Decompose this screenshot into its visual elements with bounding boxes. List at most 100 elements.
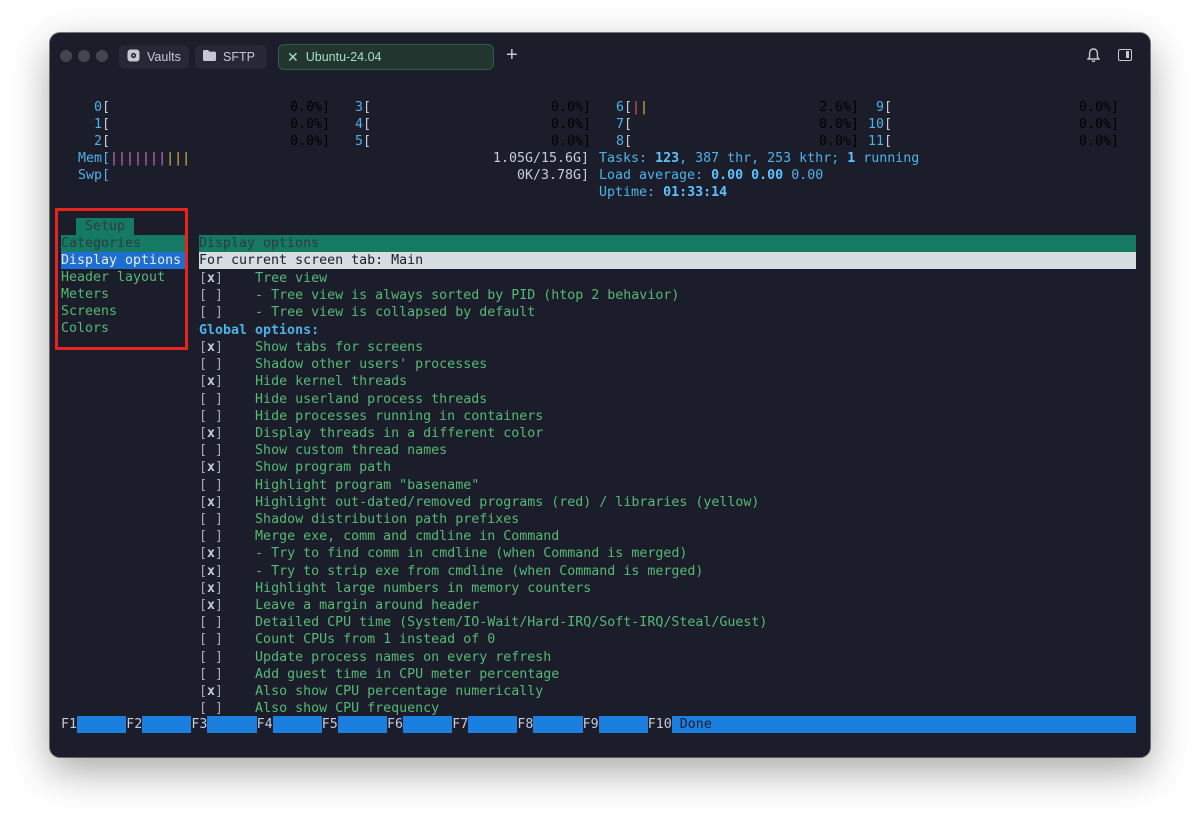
checkbox[interactable]: [x] xyxy=(199,581,223,596)
fkey-f8[interactable]: F8 xyxy=(517,716,534,733)
global-option-15[interactable]: [x] Leave a margin around header xyxy=(199,597,479,614)
option-label: Show custom thread names xyxy=(223,443,448,459)
vault-icon xyxy=(127,49,140,65)
screen-option-1[interactable]: [ ] - Tree view is always sorted by PID … xyxy=(199,287,679,304)
window-minimize-dot[interactable] xyxy=(78,50,90,62)
option-label: - Try to strip exe from cmdline (when Co… xyxy=(223,563,704,579)
global-option-1[interactable]: [ ] Shadow other users' processes xyxy=(199,356,487,373)
bell-icon[interactable] xyxy=(1086,48,1101,67)
option-label: Detailed CPU time (System/IO-Wait/Hard-I… xyxy=(223,615,768,631)
cpu-meter-3-value: 0.0%] xyxy=(551,100,592,115)
cpu-meter-9-value: 0.0%] xyxy=(1079,100,1120,115)
option-label: - Tree view is always sorted by PID (hto… xyxy=(223,288,680,303)
close-icon[interactable]: ✕ xyxy=(287,49,299,66)
cpu-meter-9: 9[ xyxy=(876,100,893,115)
fkey-f4[interactable]: F4 xyxy=(256,716,273,733)
checkbox[interactable]: [ ] xyxy=(199,305,223,320)
option-label: - Tree view is collapsed by default xyxy=(223,305,536,320)
checkbox[interactable]: [ ] xyxy=(199,512,223,527)
global-option-5[interactable]: [x] Display threads in a different color xyxy=(199,425,543,442)
option-label: - Try to find comm in cmdline (when Comm… xyxy=(223,546,688,562)
fkey-done-label[interactable]: Done xyxy=(680,716,712,733)
checkbox[interactable]: [ ] xyxy=(199,632,223,647)
checkbox[interactable]: [ ] xyxy=(199,667,223,682)
global-option-0[interactable]: [x] Show tabs for screens xyxy=(199,339,423,356)
global-option-21[interactable]: [ ] Also show CPU frequency xyxy=(199,700,439,717)
swp-meter: Swp[ xyxy=(78,168,111,183)
global-option-11[interactable]: [ ] Merge exe, comm and cmdline in Comma… xyxy=(199,528,559,545)
global-option-14[interactable]: [x] Highlight large numbers in memory co… xyxy=(199,580,591,597)
fkey-f9[interactable]: F9 xyxy=(582,716,599,733)
cpu-meter-5: 5[ xyxy=(355,134,372,149)
checkbox[interactable]: [x] xyxy=(199,684,223,699)
checkbox[interactable]: [ ] xyxy=(199,357,223,372)
global-option-3[interactable]: [ ] Hide userland process threads xyxy=(199,391,487,408)
global-option-9[interactable]: [x] Highlight out-dated/removed programs… xyxy=(199,494,759,511)
global-option-17[interactable]: [ ] Count CPUs from 1 instead of 0 xyxy=(199,631,495,648)
checkbox[interactable]: [x] xyxy=(199,598,223,613)
global-options-label: Global options: xyxy=(199,323,320,338)
tab-vaults[interactable]: Vaults xyxy=(119,45,189,69)
option-label: Tree view xyxy=(223,271,328,286)
fkey-f1[interactable]: F1 xyxy=(61,716,78,733)
global-option-18[interactable]: [ ] Update process names on every refres… xyxy=(199,649,551,666)
window-close-dot[interactable] xyxy=(60,50,72,62)
checkbox[interactable]: [x] xyxy=(199,271,223,286)
fkey-f7[interactable]: F7 xyxy=(452,716,469,733)
checkbox[interactable]: [ ] xyxy=(199,478,223,493)
global-option-7[interactable]: [x] Show program path xyxy=(199,459,391,476)
global-option-4[interactable]: [ ] Hide processes running in containers xyxy=(199,408,543,425)
screen-option-0[interactable]: [x] Tree view xyxy=(199,270,327,287)
checkbox[interactable]: [ ] xyxy=(199,529,223,544)
fkey-f6[interactable]: F6 xyxy=(387,716,404,733)
checkbox[interactable]: [x] xyxy=(199,546,223,561)
fkey-f3[interactable]: F3 xyxy=(191,716,208,733)
cpu-meter-5-value: 0.0%] xyxy=(551,134,592,149)
screen-tab-line[interactable]: For current screen tab: Main xyxy=(199,252,1136,269)
checkbox[interactable]: [ ] xyxy=(199,615,223,630)
checkbox[interactable]: [x] xyxy=(199,564,223,579)
checkbox[interactable]: [x] xyxy=(199,374,223,389)
global-option-8[interactable]: [ ] Highlight program "basename" xyxy=(199,477,479,494)
global-option-20[interactable]: [x] Also show CPU percentage numerically xyxy=(199,683,543,700)
fkey-f2[interactable]: F2 xyxy=(126,716,143,733)
tab-sftp[interactable]: SFTP xyxy=(195,45,267,69)
checkbox[interactable]: [x] xyxy=(199,460,223,475)
uptime-meter: Uptime: 01:33:14 xyxy=(599,185,728,200)
option-label: Leave a margin around header xyxy=(223,598,480,613)
global-option-13[interactable]: [x] - Try to strip exe from cmdline (whe… xyxy=(199,563,703,580)
screen-option-2[interactable]: [ ] - Tree view is collapsed by default xyxy=(199,304,535,321)
checkbox[interactable]: [ ] xyxy=(199,701,223,716)
global-option-2[interactable]: [x] Hide kernel threads xyxy=(199,373,407,390)
checkbox[interactable]: [ ] xyxy=(199,288,223,303)
global-option-10[interactable]: [ ] Shadow distribution path prefixes xyxy=(199,511,519,528)
new-tab-button[interactable]: + xyxy=(506,44,518,67)
option-label: Also show CPU percentage numerically xyxy=(223,684,544,699)
checkbox[interactable]: [ ] xyxy=(199,409,223,424)
window-zoom-dot[interactable] xyxy=(96,50,108,62)
tab-ubuntu[interactable]: ✕ Ubuntu-24.04 xyxy=(278,44,494,70)
checkbox[interactable]: [ ] xyxy=(199,443,223,458)
option-label: Also show CPU frequency xyxy=(223,701,440,717)
checkbox[interactable]: [ ] xyxy=(199,650,223,665)
option-label: Update process names on every refresh xyxy=(223,649,552,665)
option-label: Show program path xyxy=(223,460,392,476)
checkbox[interactable]: [x] xyxy=(199,495,223,510)
global-option-12[interactable]: [x] - Try to find comm in cmdline (when … xyxy=(199,545,687,562)
cpu-meter-1-value: 0.0%] xyxy=(290,117,331,132)
checkbox[interactable]: [x] xyxy=(199,426,223,441)
sidebar-toggle-icon[interactable] xyxy=(1118,49,1132,61)
checkbox[interactable]: [ ] xyxy=(199,392,223,407)
cpu-meter-8-value: 0.0%] xyxy=(819,134,860,149)
global-option-16[interactable]: [ ] Detailed CPU time (System/IO-Wait/Ha… xyxy=(199,614,767,631)
option-label: Highlight out-dated/removed programs (re… xyxy=(223,494,760,510)
checkbox[interactable]: [x] xyxy=(199,340,223,355)
cpu-meter-6: 6[|| xyxy=(616,100,649,115)
option-label: Highlight large numbers in memory counte… xyxy=(223,580,592,596)
cpu-meter-1: 1[ xyxy=(94,117,111,132)
global-option-6[interactable]: [ ] Show custom thread names xyxy=(199,442,447,459)
option-label: Display threads in a different color xyxy=(223,426,544,441)
fkey-f5[interactable]: F5 xyxy=(321,716,338,733)
global-option-19[interactable]: [ ] Add guest time in CPU meter percenta… xyxy=(199,666,559,683)
fkey-f10[interactable]: F10 xyxy=(647,716,672,733)
